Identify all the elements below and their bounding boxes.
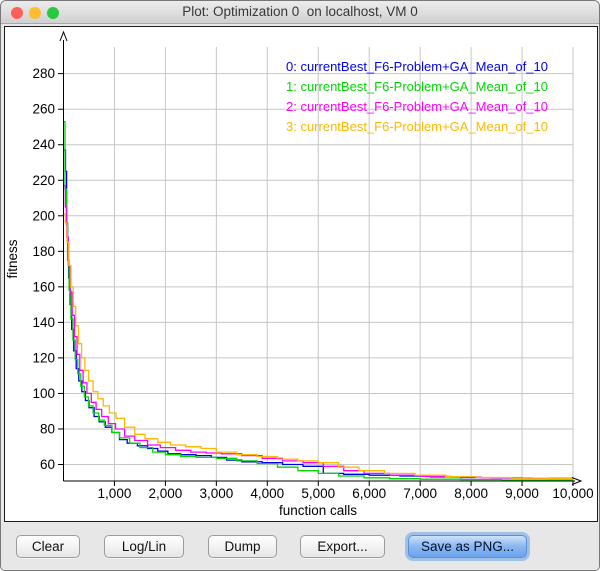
fitness-chart: 60 80 100 120 140 160 180 200 220 240 260 280 1,000 2… — [5, 27, 597, 521]
svg-text:140: 140 — [32, 315, 55, 330]
svg-text:8,000: 8,000 — [454, 486, 488, 501]
dump-button[interactable]: Dump — [208, 535, 277, 558]
svg-text:280: 280 — [32, 66, 55, 81]
svg-text:5,000: 5,000 — [301, 486, 335, 501]
legend-entry-1: 1: currentBest_F6-Problem+GA_Mean_of_10 — [286, 79, 548, 94]
svg-text:1,000: 1,000 — [98, 486, 132, 501]
svg-text:2,000: 2,000 — [149, 486, 183, 501]
log-lin-button[interactable]: Log/Lin — [104, 535, 184, 558]
svg-text:4,000: 4,000 — [250, 486, 284, 501]
svg-text:220: 220 — [32, 173, 55, 188]
svg-text:80: 80 — [40, 421, 55, 436]
svg-text:60: 60 — [40, 457, 55, 472]
svg-text:6,000: 6,000 — [352, 486, 386, 501]
x-axis-label: function calls — [279, 503, 357, 518]
legend: 0: currentBest_F6-Problem+GA_Mean_of_10 1… — [286, 59, 548, 134]
save-as-png-button[interactable]: Save as PNG... — [408, 535, 527, 558]
svg-text:240: 240 — [32, 137, 55, 152]
button-bar: Clear Log/Lin Dump Export... Save as PNG… — [1, 522, 599, 571]
export-button[interactable]: Export... — [300, 535, 385, 558]
svg-text:200: 200 — [32, 208, 55, 223]
y-axis-label: fitness — [5, 239, 20, 278]
svg-text:260: 260 — [32, 102, 55, 117]
svg-text:7,000: 7,000 — [403, 486, 437, 501]
svg-text:3,000: 3,000 — [199, 486, 233, 501]
legend-entry-2: 2: currentBest_F6-Problem+GA_Mean_of_10 — [286, 99, 548, 114]
svg-text:160: 160 — [32, 279, 55, 294]
clear-button[interactable]: Clear — [16, 535, 80, 558]
svg-text:180: 180 — [32, 244, 55, 259]
window-title: Plot: Optimization 0 on localhost, VM 0 — [1, 4, 599, 19]
svg-text:100: 100 — [32, 386, 55, 401]
legend-entry-3: 3: currentBest_F6-Problem+GA_Mean_of_10 — [286, 119, 548, 134]
legend-entry-0: 0: currentBest_F6-Problem+GA_Mean_of_10 — [286, 59, 548, 74]
svg-text:120: 120 — [32, 350, 55, 365]
svg-text:9,000: 9,000 — [505, 486, 539, 501]
plot-canvas: 60 80 100 120 140 160 180 200 220 240 260 280 1,000 2… — [4, 26, 598, 522]
plot-window: Plot: Optimization 0 on localhost, VM 0 … — [0, 0, 600, 571]
title-bar[interactable]: Plot: Optimization 0 on localhost, VM 0 — [1, 1, 599, 24]
svg-text:10,000: 10,000 — [552, 486, 593, 501]
